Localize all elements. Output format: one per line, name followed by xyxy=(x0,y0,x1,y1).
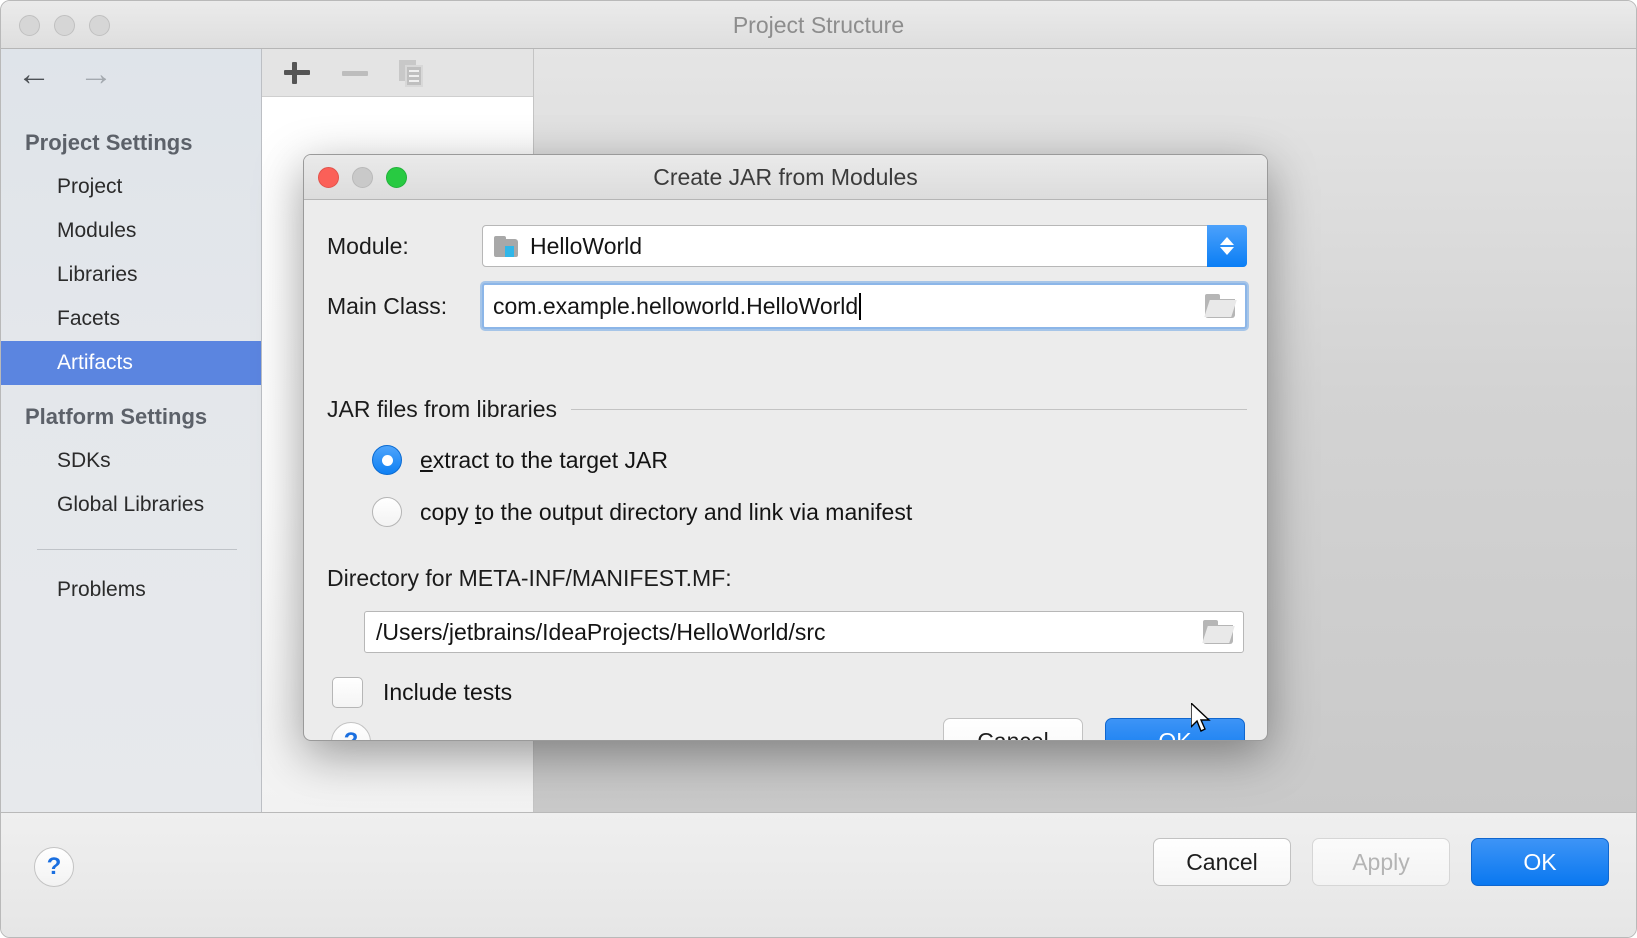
sidebar-item-artifacts[interactable]: Artifacts xyxy=(1,341,261,385)
include-tests-checkbox[interactable] xyxy=(332,677,363,708)
ok-button[interactable]: OK xyxy=(1471,838,1609,886)
radio-copy-text: o the output directory and link via mani… xyxy=(481,499,912,525)
radio-extract-text: xtract to the target JAR xyxy=(433,447,668,473)
module-label: Module: xyxy=(327,233,482,260)
sidebar-item-libraries[interactable]: Libraries xyxy=(1,253,261,297)
apply-button[interactable]: Apply xyxy=(1312,838,1450,886)
text-caret xyxy=(859,293,861,320)
radio-extract-mnemonic: e xyxy=(420,447,433,473)
main-titlebar: Project Structure xyxy=(1,1,1636,49)
sidebar-item-project[interactable]: Project xyxy=(1,165,261,209)
dialog-help-button[interactable]: ? xyxy=(331,722,371,741)
copy-icon[interactable] xyxy=(398,58,428,88)
radio-unselected-icon[interactable] xyxy=(372,497,402,527)
main-footer-buttons: Cancel Apply OK xyxy=(1153,838,1609,886)
sidebar-group-platform-settings: Platform Settings xyxy=(1,395,261,439)
settings-sidebar: ← → Project Settings Project Modules Lib… xyxy=(1,49,262,814)
module-combobox[interactable]: HelloWorld xyxy=(482,225,1247,267)
sidebar-item-facets[interactable]: Facets xyxy=(1,297,261,341)
help-button[interactable]: ? xyxy=(34,847,74,887)
stepper-up-down-icon[interactable] xyxy=(1207,225,1247,267)
minus-icon[interactable] xyxy=(340,58,370,88)
create-jar-dialog: Create JAR from Modules Module: HelloWor… xyxy=(303,154,1268,741)
radio-copy-label: copy to the output directory and link vi… xyxy=(420,499,912,526)
main-footer-bar: ? Cancel Apply OK xyxy=(1,812,1636,937)
module-folder-icon xyxy=(494,236,520,257)
radio-extract-label: extract to the target JAR xyxy=(420,447,668,474)
navigation-controls: ← → xyxy=(17,57,113,91)
artifacts-toolbar xyxy=(262,49,533,97)
jar-files-group-label: JAR files from libraries xyxy=(327,396,557,423)
radio-copy-prefix: copy xyxy=(420,499,475,525)
radio-selected-icon[interactable] xyxy=(372,445,402,475)
radio-copy-to-output-directory[interactable]: copy to the output directory and link vi… xyxy=(372,497,912,527)
window-title: Project Structure xyxy=(1,1,1636,49)
arrow-right-icon[interactable]: → xyxy=(79,57,113,91)
folder-browse-icon[interactable] xyxy=(1205,294,1235,318)
radio-extract-to-target-jar[interactable]: extract to the target JAR xyxy=(372,445,668,475)
manifest-directory-value: /Users/jetbrains/IdeaProjects/HelloWorld… xyxy=(376,619,826,646)
module-row: Module: HelloWorld xyxy=(327,225,1247,267)
module-value: HelloWorld xyxy=(530,233,642,260)
manifest-directory-label: Directory for META-INF/MANIFEST.MF: xyxy=(327,565,732,592)
plus-icon[interactable] xyxy=(282,58,312,88)
sidebar-item-sdks[interactable]: SDKs xyxy=(1,439,261,483)
sidebar-divider xyxy=(37,549,237,550)
manifest-directory-input[interactable]: /Users/jetbrains/IdeaProjects/HelloWorld… xyxy=(364,611,1244,653)
folder-browse-icon[interactable] xyxy=(1203,620,1233,644)
project-structure-window: Project Structure ← → Project Settings P… xyxy=(0,0,1637,938)
cancel-button[interactable]: Cancel xyxy=(1153,838,1291,886)
dialog-ok-button[interactable]: OK xyxy=(1105,718,1245,741)
dialog-titlebar: Create JAR from Modules xyxy=(304,155,1267,200)
sidebar-item-modules[interactable]: Modules xyxy=(1,209,261,253)
dialog-footer-buttons: Cancel OK xyxy=(943,718,1245,741)
dialog-body: Module: HelloWorld Main Class: com.examp xyxy=(304,200,1267,740)
main-class-row: Main Class: com.example.helloworld.Hello… xyxy=(327,283,1247,329)
include-tests-label: Include tests xyxy=(383,679,512,706)
main-class-label: Main Class: xyxy=(327,293,482,320)
jar-files-group-header: JAR files from libraries xyxy=(327,396,1247,423)
sidebar-item-problems[interactable]: Problems xyxy=(1,568,261,612)
dialog-title: Create JAR from Modules xyxy=(304,155,1267,200)
group-divider xyxy=(571,409,1247,410)
main-class-input[interactable]: com.example.helloworld.HelloWorld xyxy=(482,283,1247,329)
sidebar-group-project-settings: Project Settings xyxy=(1,121,261,165)
arrow-left-icon[interactable]: ← xyxy=(17,57,51,91)
include-tests-row[interactable]: Include tests xyxy=(332,677,512,708)
main-class-value: com.example.helloworld.HelloWorld xyxy=(493,293,858,320)
sidebar-item-global-libraries[interactable]: Global Libraries xyxy=(1,483,261,527)
dialog-cancel-button[interactable]: Cancel xyxy=(943,718,1083,741)
